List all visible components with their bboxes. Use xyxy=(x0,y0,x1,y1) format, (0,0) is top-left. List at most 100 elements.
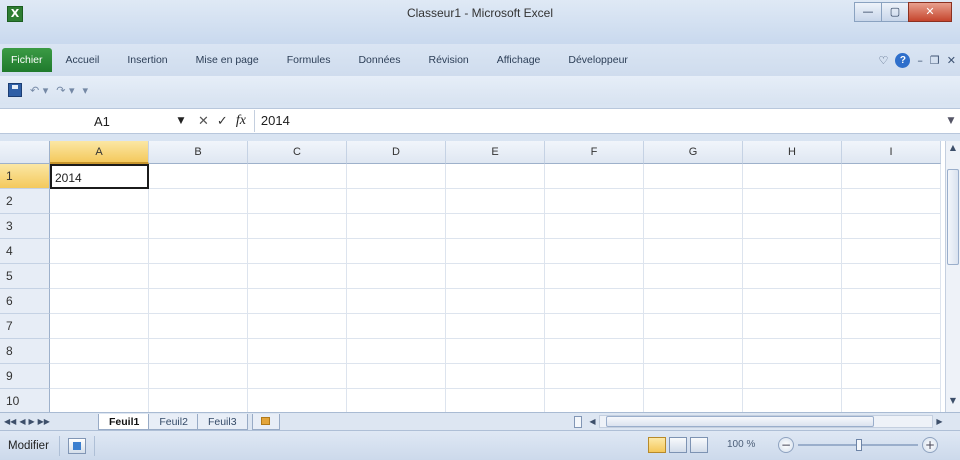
cell-i6[interactable] xyxy=(842,289,941,314)
cell-h7[interactable] xyxy=(743,314,842,339)
tab-formules[interactable]: Formules xyxy=(273,48,345,72)
cell-d8[interactable] xyxy=(347,339,446,364)
scroll-down-icon[interactable]: ▼ xyxy=(946,394,960,408)
cell-f8[interactable] xyxy=(545,339,644,364)
cell-f3[interactable] xyxy=(545,214,644,239)
cell-i9[interactable] xyxy=(842,364,941,389)
cell-h10[interactable] xyxy=(743,389,842,412)
cell-d6[interactable] xyxy=(347,289,446,314)
column-header-g[interactable]: G xyxy=(644,141,743,164)
cell-c6[interactable] xyxy=(248,289,347,314)
cell-b4[interactable] xyxy=(149,239,248,264)
row-header-7[interactable]: 7 xyxy=(0,314,50,339)
next-sheet-icon[interactable]: ▶ xyxy=(28,417,34,426)
sheet-tab-feuil2[interactable]: Feuil2 xyxy=(148,413,199,430)
zoom-out-icon[interactable]: − xyxy=(778,437,794,453)
row-header-5[interactable]: 5 xyxy=(0,264,50,289)
enter-icon[interactable]: ✓ xyxy=(217,114,228,129)
tab-mise-en-page[interactable]: Mise en page xyxy=(182,48,273,72)
customize-toolbar-icon[interactable]: ▾ xyxy=(83,84,89,97)
column-header-b[interactable]: B xyxy=(149,141,248,164)
cell-b7[interactable] xyxy=(149,314,248,339)
vertical-scrollbar[interactable]: ▲ ▼ xyxy=(945,141,960,412)
cell-d7[interactable] xyxy=(347,314,446,339)
name-box-dropdown-icon[interactable]: ▼ xyxy=(170,116,192,126)
cell-g9[interactable] xyxy=(644,364,743,389)
cancel-icon[interactable]: ✕ xyxy=(198,114,209,129)
insert-sheet-icon[interactable] xyxy=(251,413,280,430)
cell-c1[interactable] xyxy=(248,164,347,189)
tab-fichier[interactable]: Fichier xyxy=(2,48,52,72)
cell-c4[interactable] xyxy=(248,239,347,264)
cell-h5[interactable] xyxy=(743,264,842,289)
column-header-f[interactable]: F xyxy=(545,141,644,164)
prev-sheet-icon[interactable]: ◀ xyxy=(19,417,25,426)
cell-e5[interactable] xyxy=(446,264,545,289)
cell-b2[interactable] xyxy=(149,189,248,214)
cell-g4[interactable] xyxy=(644,239,743,264)
help-icon[interactable]: ? xyxy=(895,52,911,68)
cell-e8[interactable] xyxy=(446,339,545,364)
cell-i7[interactable] xyxy=(842,314,941,339)
zoom-in-icon[interactable]: + xyxy=(922,437,938,453)
row-header-1[interactable]: 1 xyxy=(0,164,50,189)
cell-i8[interactable] xyxy=(842,339,941,364)
cell-f4[interactable] xyxy=(545,239,644,264)
cell-d2[interactable] xyxy=(347,189,446,214)
tab-revision[interactable]: Révision xyxy=(415,48,483,72)
column-header-d[interactable]: D xyxy=(347,141,446,164)
undo-icon[interactable]: ↶ ▾ xyxy=(30,84,48,97)
column-header-c[interactable]: C xyxy=(248,141,347,164)
cell-f5[interactable] xyxy=(545,264,644,289)
column-header-h[interactable]: H xyxy=(743,141,842,164)
cell-e2[interactable] xyxy=(446,189,545,214)
collapse-ribbon-icon[interactable]: ♡ xyxy=(879,54,889,67)
cell-a5[interactable] xyxy=(50,264,149,289)
maximize-button[interactable]: ▢ xyxy=(881,2,909,22)
cell-f6[interactable] xyxy=(545,289,644,314)
cell-i3[interactable] xyxy=(842,214,941,239)
page-layout-view-button[interactable] xyxy=(669,437,687,453)
select-all-corner[interactable] xyxy=(0,141,50,164)
cell-a10[interactable] xyxy=(50,389,149,412)
column-header-e[interactable]: E xyxy=(446,141,545,164)
row-header-8[interactable]: 8 xyxy=(0,339,50,364)
cell-f2[interactable] xyxy=(545,189,644,214)
cell-h1[interactable] xyxy=(743,164,842,189)
cell-a2[interactable] xyxy=(50,189,149,214)
cell-a1[interactable]: 2014 xyxy=(50,164,149,189)
cell-c5[interactable] xyxy=(248,264,347,289)
name-box[interactable]: A1 ▼ xyxy=(8,110,192,132)
tab-developpeur[interactable]: Développeur xyxy=(554,48,642,72)
close-button[interactable]: ✕ xyxy=(908,2,952,22)
cell-g8[interactable] xyxy=(644,339,743,364)
cell-c8[interactable] xyxy=(248,339,347,364)
cell-c9[interactable] xyxy=(248,364,347,389)
formula-input[interactable]: 2014 xyxy=(253,110,942,132)
zoom-slider-thumb[interactable] xyxy=(856,439,862,451)
cell-d10[interactable] xyxy=(347,389,446,412)
row-header-3[interactable]: 3 xyxy=(0,214,50,239)
cell-c3[interactable] xyxy=(248,214,347,239)
vertical-scroll-thumb[interactable] xyxy=(947,169,959,265)
cell-d4[interactable] xyxy=(347,239,446,264)
cell-c2[interactable] xyxy=(248,189,347,214)
cell-h6[interactable] xyxy=(743,289,842,314)
cell-i5[interactable] xyxy=(842,264,941,289)
cell-g7[interactable] xyxy=(644,314,743,339)
cell-g3[interactable] xyxy=(644,214,743,239)
cell-e10[interactable] xyxy=(446,389,545,412)
cell-d1[interactable] xyxy=(347,164,446,189)
cell-f10[interactable] xyxy=(545,389,644,412)
cell-b6[interactable] xyxy=(149,289,248,314)
cell-h4[interactable] xyxy=(743,239,842,264)
cell-b5[interactable] xyxy=(149,264,248,289)
tab-accueil[interactable]: Accueil xyxy=(52,48,114,72)
save-icon[interactable] xyxy=(8,83,22,97)
cell-e9[interactable] xyxy=(446,364,545,389)
cell-e3[interactable] xyxy=(446,214,545,239)
normal-view-button[interactable] xyxy=(648,437,666,453)
scroll-up-icon[interactable]: ▲ xyxy=(946,141,960,155)
tab-insertion[interactable]: Insertion xyxy=(113,48,181,72)
cell-f9[interactable] xyxy=(545,364,644,389)
